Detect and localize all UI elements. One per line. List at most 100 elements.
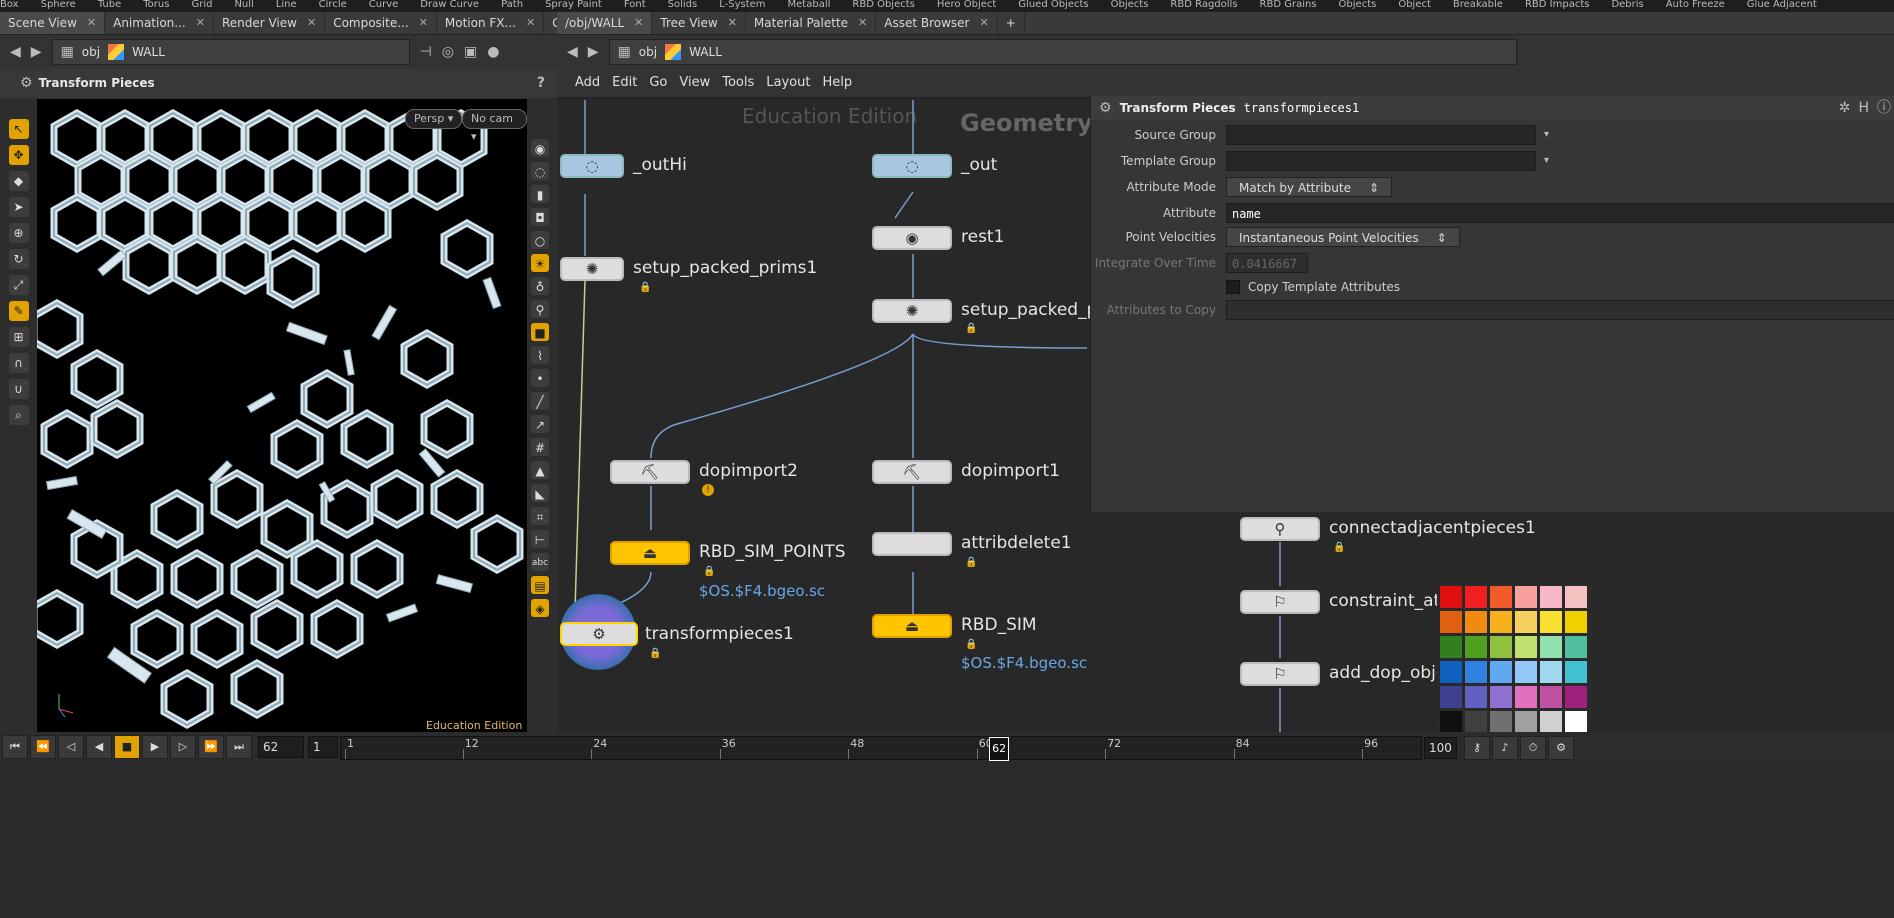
node-setup-packed-prims2[interactable]: ✺: [872, 299, 952, 323]
current-frame-field[interactable]: 62: [258, 736, 304, 758]
node-rbd-sim[interactable]: ⏏: [872, 614, 952, 638]
select-tool-icon[interactable]: ↖: [8, 119, 29, 139]
color-swatch[interactable]: [1515, 686, 1537, 708]
global-settings-icon[interactable]: ⚙: [1548, 736, 1574, 760]
color-swatch[interactable]: [1565, 661, 1587, 683]
number-icon[interactable]: #: [531, 438, 549, 456]
color-swatch[interactable]: [1515, 611, 1537, 633]
link-icon[interactable]: ⚲: [531, 300, 549, 318]
shelf-item[interactable]: Solids: [668, 0, 698, 12]
eye-icon[interactable]: ◉: [531, 139, 549, 157]
left-path-selector[interactable]: ▦ obj WALL: [51, 39, 410, 65]
color-swatch[interactable]: [1465, 661, 1487, 683]
color-swatch[interactable]: [1490, 686, 1512, 708]
shelf-item[interactable]: Objects: [1339, 0, 1377, 12]
houdini-help-icon[interactable]: H: [1858, 101, 1869, 115]
help-icon[interactable]: ?: [537, 76, 545, 90]
prev-key-icon[interactable]: ⏪: [30, 735, 56, 759]
node-dopimport1[interactable]: ⛏: [872, 460, 952, 484]
node-rest1[interactable]: ◉: [872, 226, 952, 250]
color-swatch[interactable]: [1465, 636, 1487, 658]
chevron-down-icon[interactable]: ▾: [1544, 128, 1549, 142]
text-icon[interactable]: abc: [531, 553, 549, 571]
play-reverse-icon[interactable]: ◀: [86, 735, 112, 759]
shelf-item[interactable]: Auto Freeze: [1666, 0, 1725, 12]
guide-icon[interactable]: ◈: [531, 599, 549, 617]
node-setup-packed-prims1[interactable]: ✺: [560, 257, 624, 281]
grid-snap-icon[interactable]: ⊞: [8, 327, 29, 347]
warning-icon[interactable]: !: [702, 484, 714, 496]
copy-template-checkbox[interactable]: [1226, 280, 1240, 294]
back-arrow-icon[interactable]: ◀: [10, 45, 21, 59]
color-swatch[interactable]: [1490, 636, 1512, 658]
close-icon[interactable]: ✕: [196, 12, 205, 34]
color-swatch[interactable]: [1440, 586, 1462, 608]
shelf-item[interactable]: Spray Paint: [545, 0, 602, 12]
color-swatch[interactable]: [1515, 661, 1537, 683]
start-frame-field[interactable]: 1: [308, 736, 338, 758]
color-swatch[interactable]: [1490, 611, 1512, 633]
transform-tool-icon[interactable]: ✥: [8, 145, 29, 165]
close-icon[interactable]: ✕: [419, 12, 428, 34]
color-swatch[interactable]: [1565, 586, 1587, 608]
close-icon[interactable]: ✕: [307, 12, 316, 34]
info-icon[interactable]: ⓘ: [1877, 101, 1891, 115]
left-pane-tab[interactable]: Render View ✕: [214, 12, 326, 34]
pointer-tool-icon[interactable]: ➤: [8, 197, 29, 217]
shelf-item[interactable]: Glued Objects: [1018, 0, 1088, 12]
shelf-item[interactable]: Tube: [98, 0, 121, 12]
ghost-icon[interactable]: ◌: [531, 162, 549, 180]
settings-icon[interactable]: ✲: [1839, 101, 1851, 115]
color-swatch[interactable]: [1540, 711, 1562, 733]
shelf-item[interactable]: Draw Curve: [420, 0, 479, 12]
color-swatch[interactable]: [1540, 661, 1562, 683]
shaded-icon[interactable]: ■: [531, 323, 549, 341]
shelf-item[interactable]: L-System: [719, 0, 765, 12]
shelf-item[interactable]: RBD Impacts: [1525, 0, 1589, 12]
end-frame-field[interactable]: 100: [1424, 737, 1457, 759]
left-pane-tab[interactable]: Animation... ✕: [105, 12, 214, 34]
node-transformpieces1[interactable]: ⚙: [560, 622, 638, 646]
node-constraint-attrib[interactable]: ⚐: [1240, 590, 1320, 614]
color-swatch[interactable]: [1540, 686, 1562, 708]
current-frame-marker[interactable]: 62: [989, 737, 1010, 761]
shelf-item[interactable]: Hero Object: [937, 0, 996, 12]
shelf-item[interactable]: Object: [1398, 0, 1431, 12]
color-swatch[interactable]: [1540, 636, 1562, 658]
scale-tool-icon[interactable]: ⤢: [8, 275, 29, 295]
color-swatch[interactable]: [1515, 711, 1537, 733]
camera-tool-icon[interactable]: ⌕: [8, 405, 29, 425]
normal-icon[interactable]: ↗: [531, 415, 549, 433]
shelf-item[interactable]: Torus: [143, 0, 169, 12]
step-back-icon[interactable]: ◁: [58, 735, 84, 759]
attribute-field[interactable]: name: [1226, 203, 1894, 223]
background-image-icon[interactable]: ▤: [531, 576, 549, 594]
shelf-item[interactable]: Metaball: [788, 0, 831, 12]
node-dopimport2[interactable]: ⛏: [610, 460, 690, 484]
handle-tool-icon[interactable]: ⊕: [8, 223, 29, 243]
color-swatch[interactable]: [1540, 586, 1562, 608]
cube-icon[interactable]: ▣: [464, 45, 477, 59]
color-swatch[interactable]: [1565, 686, 1587, 708]
rotate-tool-icon[interactable]: ↻: [8, 249, 29, 269]
template-group-field[interactable]: [1226, 151, 1536, 171]
color-swatch[interactable]: [1440, 711, 1462, 733]
shelf-item[interactable]: Path: [501, 0, 523, 12]
color-swatch[interactable]: [1465, 711, 1487, 733]
color-swatch[interactable]: [1565, 636, 1587, 658]
color-swatch[interactable]: [1440, 661, 1462, 683]
uv-icon[interactable]: ◣: [531, 484, 549, 502]
left-pane-tab[interactable]: Composite... ✕: [325, 12, 437, 34]
shelf-item[interactable]: Grid: [191, 0, 212, 12]
color-swatch[interactable]: [1465, 586, 1487, 608]
camera-icon[interactable]: ◘: [531, 208, 549, 226]
shelf-item[interactable]: Line: [276, 0, 297, 12]
shelf-item[interactable]: Debris: [1611, 0, 1643, 12]
left-pane-tab[interactable]: Scene View ✕: [0, 12, 106, 34]
next-key-icon[interactable]: ⏩: [198, 735, 224, 759]
shelf-item[interactable]: Null: [234, 0, 253, 12]
grid-icon[interactable]: ⌗: [531, 507, 549, 525]
shelf-item[interactable]: Box: [0, 0, 19, 12]
color-swatch[interactable]: [1440, 686, 1462, 708]
color-swatch[interactable]: [1440, 611, 1462, 633]
